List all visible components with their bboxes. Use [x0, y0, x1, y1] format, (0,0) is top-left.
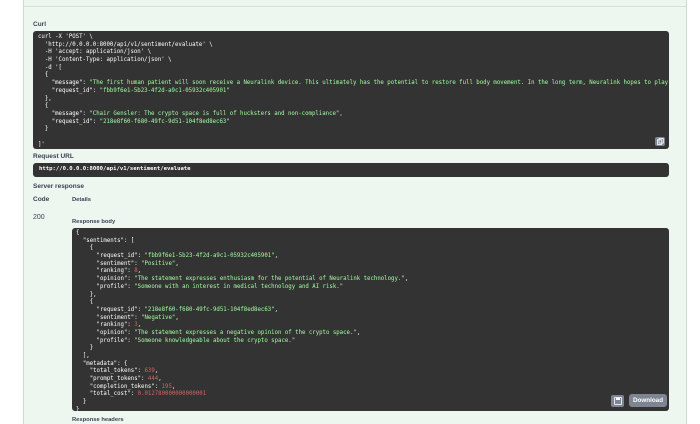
curl-line: curl -X 'POST' \ — [38, 34, 93, 40]
request-url-value[interactable]: http://0.0.0.0:8000/api/v1/sentiment/eva… — [33, 163, 669, 177]
curl-line: 'http://0.0.0.0:8000/api/v1/sentiment/ev… — [38, 41, 213, 48]
curl-label: Curl — [33, 21, 46, 28]
response-body-line: } — [76, 399, 87, 406]
curl-line: }, — [38, 95, 52, 102]
response-body-line: } — [76, 406, 80, 411]
response-body-line: "total_tokens": 639, — [76, 368, 159, 375]
response-body-line: } — [76, 345, 94, 352]
response-body-line: "ranking": 3, — [76, 322, 142, 329]
copy-icon — [656, 138, 664, 145]
curl-line: -H 'accept: application/json' \ — [38, 49, 151, 56]
response-body-line: "opinion": "The statement expresses a ne… — [76, 329, 361, 336]
curl-line: "request_id": "fbb9f6e1-5b23-4f2d-a9c1-0… — [38, 87, 230, 94]
curl-line: { — [38, 72, 49, 79]
response-body-line: "sentiment": "Negative", — [76, 314, 179, 321]
curl-line: { — [38, 103, 49, 110]
response-body-line: "sentiments": [ — [76, 237, 135, 244]
code-column-header: Code — [33, 196, 50, 203]
response-body-line: "profile": "Someone with an interest in … — [76, 283, 344, 290]
request-url-label: Request URL — [33, 153, 74, 160]
response-body-line: "metadata": { — [76, 360, 128, 367]
status-code: 200 — [33, 214, 45, 221]
response-body-line: "ranking": 8, — [76, 268, 142, 275]
copy-curl-button[interactable] — [655, 137, 665, 146]
response-body-code-block[interactable]: { "sentiments": [ { "request_id": "fbb9f… — [72, 228, 669, 411]
divider — [24, 6, 686, 7]
response-body-line: "profile": "Someone knowledgeable about … — [76, 337, 296, 344]
response-body-line: "request_id": "fbb9f6e1-5b23-4f2d-a9c1-0… — [76, 253, 279, 260]
save-response-button[interactable] — [611, 395, 624, 407]
response-body-line: "total_cost": 0.012780000000000001 — [76, 391, 207, 398]
save-icon — [613, 397, 622, 405]
curl-line: "message": "The first human patient will… — [38, 80, 669, 87]
response-body-line: "sentiment": "Positive", — [76, 260, 179, 267]
curl-line: } — [38, 126, 49, 133]
download-button[interactable]: Download — [629, 394, 667, 407]
response-body-line: "request_id": "218e8f60-f680-49fc-9d51-1… — [76, 306, 279, 313]
response-body-line: "prompt_tokens": 444, — [76, 376, 162, 383]
response-body-line: { — [76, 299, 94, 306]
curl-line — [38, 134, 664, 142]
curl-line: -d '[ — [38, 64, 62, 71]
curl-line: "message": "Chair Gensler: The crypto sp… — [38, 110, 343, 117]
details-column-header: Details — [72, 197, 92, 203]
response-body-line: }, — [76, 291, 97, 298]
response-body-label: Response body — [72, 219, 116, 225]
response-body-line: ], — [76, 353, 90, 359]
response-body-line: "completion_tokens": 195, — [76, 383, 176, 390]
response-body-line: { — [76, 230, 80, 236]
curl-line: ]' — [38, 141, 45, 148]
response-body-line: "opinion": "The statement expresses enth… — [76, 276, 409, 283]
curl-line: -H 'Content-Type: application/json' \ — [38, 57, 172, 64]
response-body-line: { — [76, 245, 94, 252]
response-headers-label: Response headers — [72, 417, 124, 423]
server-response-label: Server response — [33, 183, 84, 190]
response-panel: Curl curl -X 'POST' \ 'http://0.0.0.0:80… — [23, 0, 687, 424]
curl-line: "request_id": "218e8f60-f680-49fc-9d51-1… — [38, 118, 230, 125]
curl-code-block[interactable]: curl -X 'POST' \ 'http://0.0.0.0:8000/ap… — [33, 31, 669, 149]
